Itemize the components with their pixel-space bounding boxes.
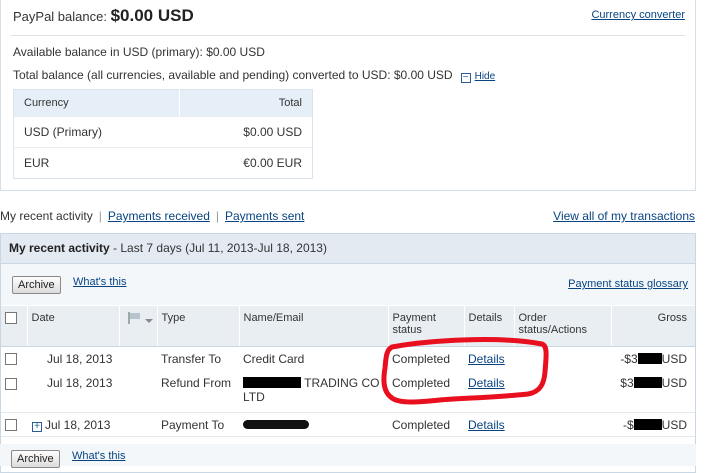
row-order-status [514,372,611,413]
details-link[interactable]: Details [468,376,505,390]
total-cell: $0.00 USD [179,116,313,148]
table-row: EUR €0.00 EUR [13,147,313,179]
row-name: TRADING CO LTD [239,372,388,413]
details-link[interactable]: Details [468,352,505,366]
row-order-status [514,412,611,437]
select-all-checkbox[interactable] [5,312,17,325]
redaction-mark [243,419,309,429]
currency-table: Currency Total USD (Primary) $0.00 USD E… [13,89,313,179]
gross-prefix: -$ [622,417,634,432]
row-name-visible: TRADING CO [304,376,380,390]
gross-currency: USD [661,417,687,432]
whats-this-link-bottom[interactable]: What's this [72,450,125,462]
row-date: Jul 18, 2013 [47,351,113,366]
archive-button-bottom[interactable]: Archive [11,450,60,468]
row-date: Jul 18, 2013 [45,417,111,432]
row-type: Transfer To [161,351,222,366]
currency-converter-link[interactable]: Currency converter [591,9,685,21]
gross-currency: USD [661,376,687,390]
row-type: Payment To [157,412,239,437]
row-gross: $3 USD [611,372,695,413]
activity-panel: My recent activity - Last 7 days (Jul 11… [0,233,696,473]
redaction-mark [633,377,662,388]
payment-status-glossary-link[interactable]: Payment status glossary [568,278,688,290]
balance-panel: PayPal balance: $0.00 USD Currency conve… [0,0,696,191]
activity-tabs: My recent activity | Payments received | Pay… [0,209,304,223]
available-balance-text: Available balance in USD (primary): $0.0… [13,45,265,59]
redaction-mark [637,352,662,364]
view-all-transactions-link[interactable]: View all of my transactions [553,209,695,223]
row-checkbox-cell [1,412,27,437]
currency-cell: USD (Primary) [13,116,180,148]
row-order-status [514,346,611,372]
row-status: Completed [392,351,451,366]
row-checkbox[interactable] [5,377,17,390]
col-order-status: Order status/Actions [513,306,611,347]
row-gross: -$3 USD [611,346,695,372]
row-name: Credit Card [243,351,305,366]
balance-title-label: PayPal balance: [13,9,107,24]
col-date[interactable]: Date [26,306,119,347]
col-gross: Gross [610,306,695,347]
activity-date-range: - Last 7 days (Jul 11, 2013-Jul 18, 2013… [109,241,327,255]
collapse-icon[interactable]: − [460,73,471,83]
whats-this-link[interactable]: What's this [73,276,126,288]
row-checkbox[interactable] [5,353,17,366]
balance-amount: $0.00 USD [110,6,194,25]
redaction-mark [243,377,301,388]
activity-table: Date Type Name/Email Payment status Deta… [1,306,695,437]
col-name-email: Name/Email [238,306,388,347]
flag-icon[interactable] [127,312,142,324]
chevron-down-icon[interactable] [144,319,153,324]
table-row: Jul 18, 2013 Transfer To Credit Card Com… [1,346,695,372]
details-link[interactable]: Details [468,418,505,432]
row-name [239,412,388,437]
total-balance-text: Total balance (all currencies, available… [13,68,453,82]
archive-button[interactable]: Archive [12,276,61,294]
col-payment-status: Payment status [387,306,464,347]
row-status: Completed [388,412,464,437]
row-name-line2: LTD [243,390,265,404]
table-row: + Jul 18, 2013 Payment To Completed Detai… [1,412,695,437]
row-checkbox[interactable] [5,419,17,432]
select-all-cell [1,306,27,347]
tab-separator: | [98,209,102,223]
currency-cell: EUR [13,147,180,179]
gross-currency: USD [661,351,687,366]
col-details: Details [463,306,514,347]
tab-my-recent-activity[interactable]: My recent activity [0,209,93,223]
total-balance-row: Total balance (all currencies, available… [13,68,495,83]
row-date: Jul 18, 2013 [27,372,157,413]
redaction-mark [633,418,662,430]
table-row: USD (Primary) $0.00 USD [13,116,313,148]
divider [11,35,685,36]
currency-header: Currency [13,89,180,117]
balance-title: PayPal balance: $0.00 USD [13,6,194,26]
expand-icon[interactable]: + [32,421,42,432]
total-header: Total [178,89,313,117]
tab-payments-sent[interactable]: Payments sent [225,209,304,223]
table-row: Jul 18, 2013 Refund From TRADING CO LTD C… [1,372,695,413]
row-date-cell: + Jul 18, 2013 [27,412,157,437]
table-header-row: Date Type Name/Email Payment status Deta… [1,306,695,347]
gross-prefix: $3 [620,376,634,390]
tab-separator: | [215,209,219,223]
row-checkbox-cell [1,346,27,372]
hide-link[interactable]: Hide [475,71,496,82]
row-status: Completed [388,372,464,413]
col-type: Type [156,306,239,347]
row-details-cell: Details [464,412,514,437]
tab-payments-received[interactable]: Payments received [108,209,210,223]
activity-toolbar: Archive What's this Payment status gloss… [1,264,695,305]
gross-prefix: -$3 [620,351,638,366]
row-checkbox-cell [1,372,27,413]
row-gross: -$ USD [611,412,695,437]
activity-heading-title: My recent activity [9,241,110,255]
row-details-cell: Details [464,372,514,413]
row-type: Refund From [157,372,239,413]
activity-heading: My recent activity - Last 7 days (Jul 11… [1,234,695,264]
total-cell: €0.00 EUR [179,147,313,179]
flag-filter[interactable] [118,306,157,347]
row-details-cell: Details [464,346,514,372]
